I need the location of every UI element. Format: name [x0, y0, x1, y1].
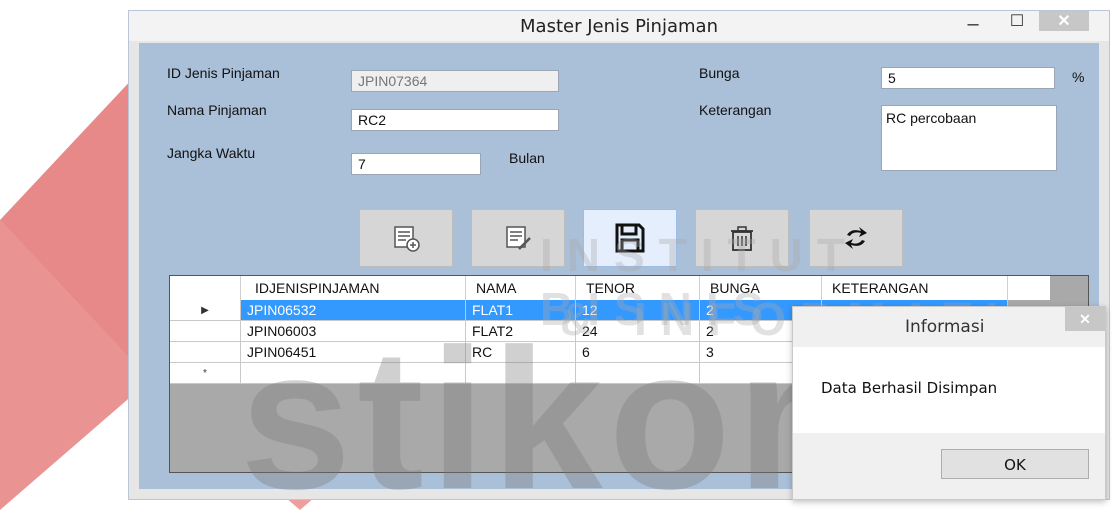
edit-record-icon [506, 226, 531, 250]
percent-label: % [1072, 69, 1085, 85]
jangka-label: Jangka Waktu [167, 145, 256, 161]
nama-field[interactable]: RC2 [351, 109, 559, 131]
dialog-message: Data Berhasil Disimpan [821, 379, 998, 397]
add-button[interactable] [359, 209, 453, 267]
keterangan-label: Keterangan [699, 102, 772, 118]
close-button[interactable]: ✕ [1039, 11, 1089, 31]
jangka-field[interactable]: 7 [351, 153, 481, 175]
info-dialog: Informasi ✕ Data Berhasil Disimpan OK [792, 306, 1106, 500]
maximize-button[interactable]: ☐ [995, 11, 1039, 33]
nama-label: Nama Pinjaman [167, 102, 267, 118]
add-record-icon [394, 226, 420, 252]
bunga-field[interactable]: 5 [881, 67, 1055, 89]
dialog-close-button[interactable]: ✕ [1065, 307, 1105, 331]
row-header[interactable] [170, 342, 241, 363]
row-header[interactable] [170, 321, 241, 342]
new-row-indicator[interactable]: * [170, 363, 241, 384]
dialog-title: Informasi [905, 317, 985, 337]
row-header-corner [170, 276, 241, 300]
id-label: ID Jenis Pinjaman [167, 65, 280, 81]
id-field[interactable]: JPIN07364 [351, 70, 559, 92]
bunga-label: Bunga [699, 65, 740, 81]
bulan-label: Bulan [509, 150, 545, 166]
title-bar: Master Jenis Pinjaman – ☐ ✕ [129, 11, 1109, 41]
row-indicator[interactable]: ▶ [170, 300, 241, 321]
minimize-button[interactable]: – [951, 13, 995, 35]
col-idjenis[interactable]: IDJENISPINJAMAN [241, 276, 466, 300]
keterangan-field[interactable]: RC percobaan [881, 105, 1057, 171]
dialog-title-bar: Informasi ✕ [793, 307, 1105, 347]
ok-button[interactable]: OK [941, 449, 1089, 479]
